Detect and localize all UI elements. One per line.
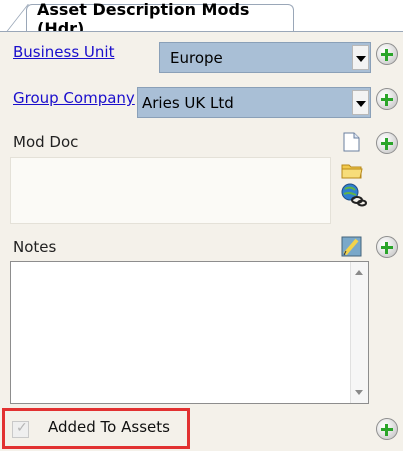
added-to-assets-label: Added To Assets [48, 418, 170, 436]
scroll-down-icon[interactable] [355, 390, 363, 395]
business-unit-value: Europe [170, 49, 223, 67]
added-to-assets-checkbox[interactable]: ✓ [12, 420, 29, 438]
notes-label: Notes [13, 238, 57, 256]
business-unit-link[interactable]: Business Unit [13, 43, 114, 61]
add-icon[interactable] [376, 132, 398, 154]
globe-link-icon[interactable] [341, 183, 367, 207]
group-company-combo[interactable]: Aries UK Ltd [137, 87, 371, 118]
notes-scrollbar[interactable] [350, 262, 368, 403]
group-company-link[interactable]: Group Company [13, 89, 135, 107]
notes-textarea[interactable] [10, 261, 369, 404]
mod-doc-area[interactable] [10, 157, 331, 224]
add-icon[interactable] [376, 418, 398, 440]
scroll-up-icon[interactable] [355, 270, 363, 275]
mod-doc-label: Mod Doc [13, 133, 79, 151]
tab-asset-description-mods[interactable]: Asset Description Mods (Hdr) [26, 0, 294, 38]
chevron-down-icon[interactable] [352, 45, 369, 70]
add-icon[interactable] [376, 43, 398, 65]
notes-edit-icon[interactable] [341, 236, 363, 258]
add-icon[interactable] [376, 88, 398, 110]
document-icon[interactable] [343, 132, 360, 152]
group-company-value: Aries UK Ltd [142, 94, 234, 112]
chevron-down-icon[interactable] [352, 90, 369, 115]
folder-icon[interactable] [341, 162, 363, 179]
checkmark-icon: ✓ [16, 420, 28, 436]
added-to-assets-highlight: ✓ Added To Assets [2, 408, 190, 449]
business-unit-combo[interactable]: Europe [159, 42, 371, 73]
add-icon[interactable] [376, 236, 398, 258]
